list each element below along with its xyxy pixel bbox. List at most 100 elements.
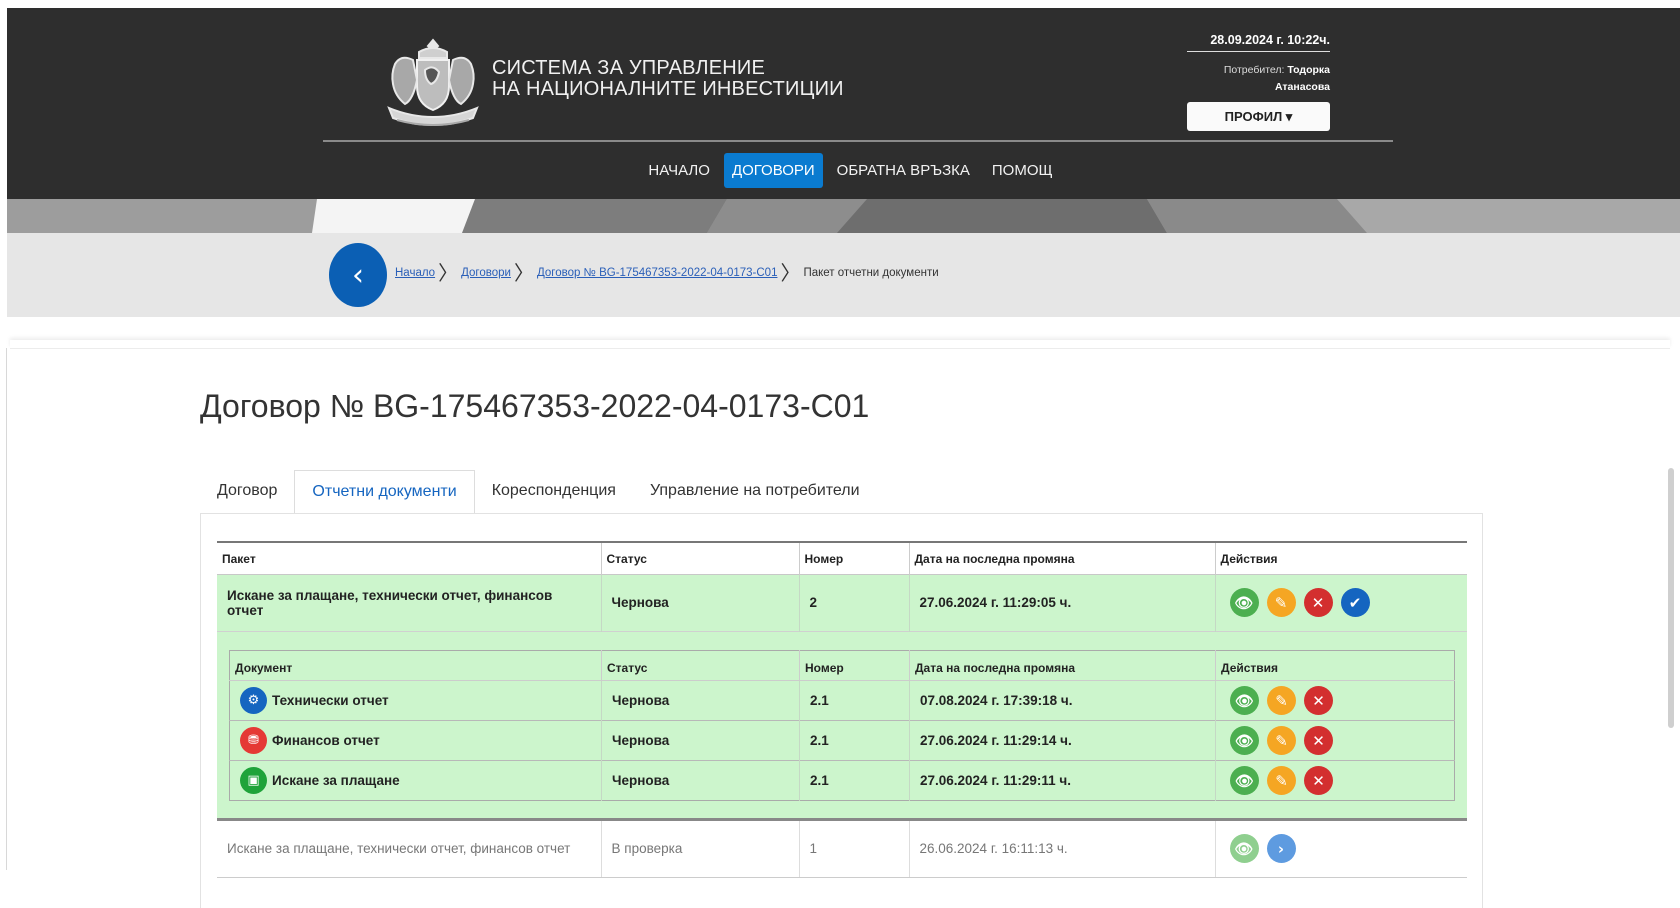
document-name-wrapper: ▣ Искане за плащане	[240, 767, 591, 794]
column-header-actions: Действия	[1215, 650, 1455, 681]
scrollbar-thumb[interactable]	[1668, 468, 1674, 728]
nav-help[interactable]: ПОМОЩ	[984, 153, 1061, 188]
tab-bar: Договор Отчетни документи Кореспонденция…	[200, 470, 877, 514]
page-title: Договор № BG-175467353-2022-04-0173-C01	[200, 388, 870, 424]
package-number: 2	[799, 573, 910, 631]
breadcrumb-bar: ‹ Начало 〉 Договори 〉 Договор № BG-17546…	[7, 233, 1680, 317]
wallet-icon: ▣	[240, 767, 267, 794]
main-navigation: НАЧАЛО ДОГОВОРИ ОБРАТНА ВРЪЗКА ПОМОЩ	[7, 153, 1680, 188]
edit-icon[interactable]: ✎	[1267, 686, 1296, 715]
breadcrumb-separator-icon: 〉	[513, 261, 534, 285]
document-date: 27.06.2024 г. 11:29:14 ч.	[909, 720, 1216, 761]
profile-dropdown-button[interactable]: ПРОФИЛ ▾	[1187, 102, 1330, 131]
user-info: Потребител: Тодорка Атанасова	[1147, 62, 1330, 96]
site-header: СИСТЕМА ЗА УПРАВЛЕНИЕ НА НАЦИОНАЛНИТЕ ИН…	[7, 8, 1680, 199]
document-actions: 👁 ✎ ✕	[1215, 680, 1455, 721]
user-first-name: Тодорка	[1287, 64, 1330, 76]
content-left-border	[6, 348, 7, 870]
breadcrumb-separator-icon: 〉	[438, 261, 459, 285]
documents-header-row: Документ Статус Номер Дата на последна п…	[229, 650, 1455, 681]
tab-correspondence[interactable]: Кореспонденция	[475, 470, 633, 514]
delete-icon[interactable]: ✕	[1304, 686, 1333, 715]
table-row: ⚙ Технически отчет Чернова 2.1 07.08.202…	[229, 680, 1455, 721]
document-status: Чернова	[601, 680, 800, 721]
content-top-edge	[10, 340, 1670, 348]
view-icon[interactable]: 👁	[1230, 726, 1259, 755]
column-header-package: Пакет	[217, 541, 602, 574]
document-cell: ⛃ Финансов отчет	[229, 720, 602, 761]
document-status: Чернова	[601, 720, 800, 761]
table-row-documents: Документ Статус Номер Дата на последна п…	[217, 630, 1467, 819]
edit-icon[interactable]: ✎	[1267, 726, 1296, 755]
delete-icon[interactable]: ✕	[1304, 726, 1333, 755]
edit-icon[interactable]: ✎	[1266, 588, 1296, 617]
gear-doc-icon: ⚙	[240, 687, 267, 714]
current-datetime: 28.09.2024 г. 10:22ч.	[1187, 33, 1330, 52]
breadcrumb: Начало 〉 Договори 〉 Договор № BG-1754673…	[395, 263, 939, 283]
column-header-status: Статус	[601, 650, 800, 681]
document-name-wrapper: ⛃ Финансов отчет	[240, 727, 591, 754]
column-header-date: Дата на последна промяна	[909, 650, 1216, 681]
table-row: ▣ Искане за плащане Чернова 2.1 27.06.20…	[229, 760, 1455, 801]
document-cell: ⚙ Технически отчет	[229, 680, 602, 721]
document-date: 07.08.2024 г. 17:39:18 ч.	[909, 680, 1216, 721]
submit-check-icon[interactable]: ✔	[1340, 588, 1370, 617]
view-icon[interactable]: 👁	[1229, 834, 1259, 863]
breadcrumb-contracts[interactable]: Договори	[461, 267, 511, 279]
coat-of-arms-logo	[387, 38, 479, 126]
edit-icon[interactable]: ✎	[1267, 766, 1296, 795]
document-name[interactable]: Финансов отчет	[272, 733, 380, 748]
view-icon[interactable]: 👁	[1230, 766, 1259, 795]
table-row: ⛃ Финансов отчет Чернова 2.1 27.06.2024 …	[229, 720, 1455, 761]
document-number: 2.1	[799, 680, 910, 721]
package-number: 1	[799, 817, 910, 878]
document-name[interactable]: Технически отчет	[272, 693, 389, 708]
document-name[interactable]: Искане за плащане	[272, 773, 400, 788]
user-last-name: Атанасова	[1274, 81, 1330, 93]
column-header-date: Дата на последна промяна	[909, 541, 1216, 574]
column-header-number: Номер	[799, 541, 910, 574]
document-actions: 👁 ✎ ✕	[1215, 720, 1455, 761]
package-status: Чернова	[601, 573, 800, 631]
decorative-band	[7, 199, 1680, 233]
chevron-left-icon: ‹	[352, 257, 364, 293]
breadcrumb-current: Пакет отчетни документи	[803, 267, 939, 279]
tab-reporting-documents[interactable]: Отчетни документи	[294, 470, 475, 514]
package-actions: 👁 ›	[1215, 817, 1467, 878]
header-divider	[323, 140, 1393, 142]
breadcrumb-contract[interactable]: Договор № BG-175467353-2022-04-0173-C01	[537, 267, 778, 279]
document-number: 2.1	[799, 720, 910, 761]
documents-container: Документ Статус Номер Дата на последна п…	[217, 630, 1467, 819]
view-icon[interactable]: 👁	[1230, 686, 1259, 715]
package-name: Искане за плащане, технически отчет, фин…	[217, 573, 602, 631]
nav-home[interactable]: НАЧАЛО	[640, 153, 718, 188]
document-cell: ▣ Искане за плащане	[229, 760, 602, 801]
breadcrumb-home[interactable]: Начало	[395, 267, 435, 279]
package-status: В проверка	[601, 817, 800, 878]
tab-contract[interactable]: Договор	[200, 470, 294, 514]
back-button[interactable]: ‹	[329, 243, 387, 307]
app-frame: СИСТЕМА ЗА УПРАВЛЕНИЕ НА НАЦИОНАЛНИТЕ ИН…	[0, 0, 1680, 908]
system-title: СИСТЕМА ЗА УПРАВЛЕНИЕ НА НАЦИОНАЛНИТЕ ИН…	[492, 58, 844, 100]
nav-contracts[interactable]: ДОГОВОРИ	[723, 153, 823, 188]
documents-table: Документ Статус Номер Дата на последна п…	[229, 650, 1455, 801]
column-header-status: Статус	[601, 541, 800, 574]
column-header-document: Документ	[229, 650, 602, 681]
document-status: Чернова	[601, 760, 800, 801]
nav-feedback[interactable]: ОБРАТНА ВРЪЗКА	[829, 153, 978, 188]
tab-user-management[interactable]: Управление на потребители	[633, 470, 877, 514]
user-label: Потребител:	[1223, 64, 1285, 76]
document-actions: 👁 ✎ ✕	[1215, 760, 1455, 801]
system-title-line2: НА НАЦИОНАЛНИТЕ ИНВЕСТИЦИИ	[492, 78, 844, 100]
package-date: 27.06.2024 г. 11:29:05 ч.	[909, 573, 1216, 631]
package-name: Искане за плащане, технически отчет, фин…	[217, 817, 602, 878]
chevron-right-icon[interactable]: ›	[1266, 834, 1296, 863]
breadcrumb-separator-icon: 〉	[780, 261, 801, 285]
document-date: 27.06.2024 г. 11:29:11 ч.	[909, 760, 1216, 801]
table-row-previous-package: Искане за плащане, технически отчет, фин…	[217, 817, 1467, 878]
delete-icon[interactable]: ✕	[1303, 588, 1333, 617]
column-header-actions: Действия	[1215, 541, 1467, 574]
view-icon[interactable]: 👁	[1229, 588, 1259, 617]
delete-icon[interactable]: ✕	[1304, 766, 1333, 795]
document-number: 2.1	[799, 760, 910, 801]
